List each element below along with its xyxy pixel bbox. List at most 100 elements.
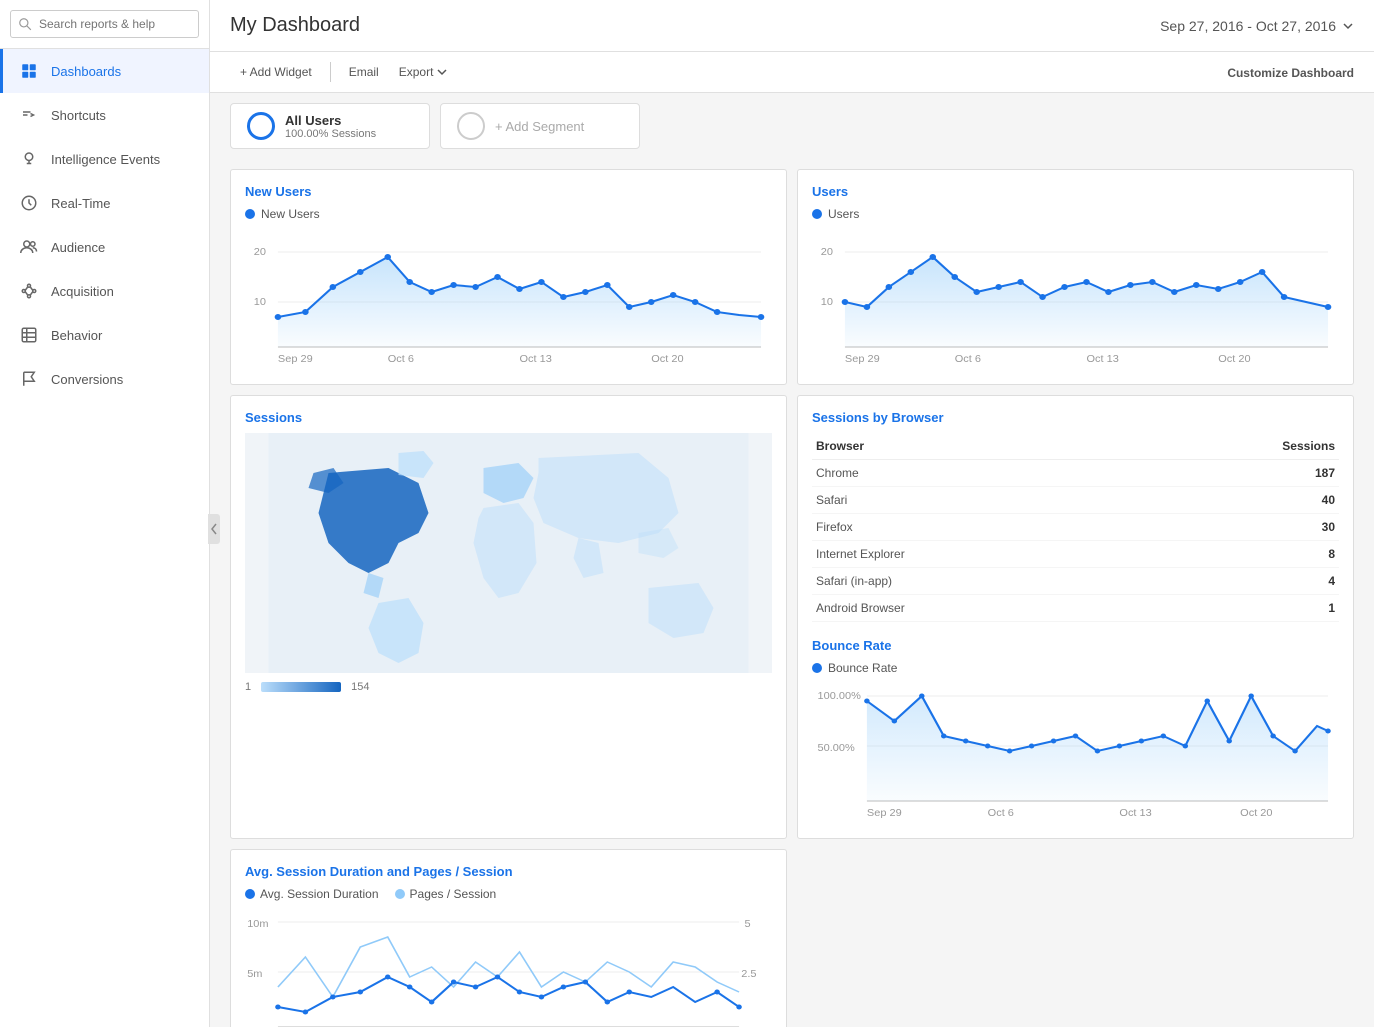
bounce-rate-legend-label: Bounce Rate: [828, 661, 897, 675]
segment-bar: All Users 100.00% Sessions + Add Segment: [210, 93, 1374, 159]
pages-session-dot: [395, 889, 405, 899]
date-range[interactable]: Sep 27, 2016 - Oct 27, 2016: [1160, 18, 1354, 34]
bounce-rate-chart: 100.00% 50.00% Sep 29 Oct 6 Oct 13 Oct 2…: [812, 681, 1339, 821]
sidebar-item-acquisition[interactable]: Acquisition: [0, 269, 209, 313]
sessions-col-header: Sessions: [1136, 433, 1339, 460]
sidebar-item-behavior[interactable]: Behavior: [0, 313, 209, 357]
svg-text:Oct 6: Oct 6: [388, 353, 414, 364]
browser-name: Internet Explorer: [812, 541, 1136, 568]
users-chart: 20 10 Sep 29 Oct 6 Oct 13 Oct 20: [812, 227, 1339, 367]
sidebar-item-realtime[interactable]: Real-Time: [0, 181, 209, 225]
sidebar-label-shortcuts: Shortcuts: [51, 108, 106, 123]
svg-text:Sep 29: Sep 29: [278, 353, 313, 364]
avg-duration-dot: [245, 889, 255, 899]
svg-text:Sep 29: Sep 29: [867, 807, 902, 818]
add-widget-button[interactable]: + Add Widget: [230, 60, 322, 84]
pages-session-legend: Pages / Session: [395, 887, 497, 901]
segment-circle: [247, 112, 275, 140]
grid-icon: [19, 61, 39, 81]
svg-text:100.00%: 100.00%: [817, 690, 860, 701]
bottom-right-placeholder: [797, 849, 1354, 1027]
browser-name: Chrome: [812, 460, 1136, 487]
users-legend: Users: [812, 207, 1339, 221]
sidebar-label-audience: Audience: [51, 240, 105, 255]
sidebar-item-shortcuts[interactable]: Shortcuts: [0, 93, 209, 137]
people-icon: [19, 237, 39, 257]
svg-text:20: 20: [254, 246, 266, 257]
svg-text:50.00%: 50.00%: [817, 742, 854, 753]
new-users-legend: New Users: [245, 207, 772, 221]
add-segment-button[interactable]: + Add Segment: [440, 103, 640, 149]
browser-table: Browser Sessions Chrome187Safari40Firefo…: [812, 433, 1339, 622]
table-row: Firefox30: [812, 514, 1339, 541]
customize-dashboard-button[interactable]: Customize Dashboard: [1227, 66, 1354, 80]
svg-text:10m: 10m: [247, 918, 269, 929]
session-count: 4: [1136, 568, 1339, 595]
export-button[interactable]: Export: [389, 60, 458, 84]
toolbar: + Add Widget Email Export Customize Dash…: [210, 52, 1374, 93]
toolbar-divider: [330, 62, 331, 82]
collapse-tab[interactable]: [208, 514, 220, 544]
bottom-row: Avg. Session Duration and Pages / Sessio…: [210, 849, 1374, 1027]
session-count: 30: [1136, 514, 1339, 541]
avg-session-title: Avg. Session Duration and Pages / Sessio…: [245, 864, 772, 879]
email-button[interactable]: Email: [339, 60, 389, 84]
sessions-by-browser-widget: Sessions by Browser Browser Sessions Chr…: [797, 395, 1354, 839]
new-users-chart: 20 10 Sep 29 Oct 6 Oct 13 Oct 20: [245, 227, 772, 367]
svg-text:Oct 13: Oct 13: [519, 353, 552, 364]
session-count: 8: [1136, 541, 1339, 568]
svg-text:Oct 20: Oct 20: [1218, 353, 1251, 364]
search-box[interactable]: [0, 0, 209, 49]
bounce-rate-legend: Bounce Rate: [812, 661, 1339, 675]
main-content: My Dashboard Sep 27, 2016 - Oct 27, 2016…: [210, 0, 1374, 1027]
behavior-icon: [19, 325, 39, 345]
new-users-legend-label: New Users: [261, 207, 320, 221]
session-count: 1: [1136, 595, 1339, 622]
sidebar-label-dashboards: Dashboards: [51, 64, 121, 79]
session-count: 187: [1136, 460, 1339, 487]
map-legend: 1 154: [245, 681, 772, 693]
sidebar-item-conversions[interactable]: Conversions: [0, 357, 209, 401]
browser-name: Safari: [812, 487, 1136, 514]
bounce-rate-section: Bounce Rate Bounce Rate 100.00% 50.00%: [812, 638, 1339, 824]
map-max-label: 154: [351, 681, 369, 693]
add-segment-label: + Add Segment: [495, 119, 584, 134]
svg-text:Oct 20: Oct 20: [651, 353, 684, 364]
avg-duration-label: Avg. Session Duration: [260, 887, 379, 901]
all-users-segment[interactable]: All Users 100.00% Sessions: [230, 103, 430, 149]
world-map-svg: [245, 433, 772, 673]
users-title: Users: [812, 184, 1339, 199]
new-users-title: New Users: [245, 184, 772, 199]
flag-icon: [19, 369, 39, 389]
session-count: 40: [1136, 487, 1339, 514]
svg-text:5: 5: [745, 918, 751, 929]
add-segment-circle: [457, 112, 485, 140]
sidebar-item-audience[interactable]: Audience: [0, 225, 209, 269]
svg-text:Sep 29: Sep 29: [845, 353, 880, 364]
svg-text:Oct 13: Oct 13: [1086, 353, 1119, 364]
svg-text:Oct 20: Oct 20: [1240, 807, 1273, 818]
table-row: Safari40: [812, 487, 1339, 514]
avg-session-legend: Avg. Session Duration Pages / Session: [245, 887, 772, 901]
table-row: Safari (in-app)4: [812, 568, 1339, 595]
svg-text:10: 10: [821, 296, 833, 307]
sidebar-item-dashboards[interactable]: Dashboards: [0, 49, 209, 93]
dashboard-grid: New Users New Users 20 10: [210, 159, 1374, 849]
map-legend-bar: [261, 682, 341, 692]
svg-text:10: 10: [254, 296, 266, 307]
sidebar-item-intelligence[interactable]: Intelligence Events: [0, 137, 209, 181]
svg-text:Oct 13: Oct 13: [1119, 807, 1152, 818]
browser-table-body: Chrome187Safari40Firefox30Internet Explo…: [812, 460, 1339, 622]
browser-name: Safari (in-app): [812, 568, 1136, 595]
search-input[interactable]: [10, 10, 199, 38]
customize-area: Customize Dashboard: [1227, 65, 1354, 80]
avg-duration-legend: Avg. Session Duration: [245, 887, 379, 901]
users-widget: Users Users 20 10: [797, 169, 1354, 385]
sessions-map: [245, 433, 772, 673]
avg-session-chart: 10m 5m 5 2.5 Sep 29 Oct 6 Oct 13 Oct 20: [245, 907, 772, 1027]
users-dot: [812, 209, 822, 219]
svg-text:2.5: 2.5: [741, 968, 756, 979]
sidebar: Dashboards Shortcuts Intelligence Events…: [0, 0, 210, 1027]
sessions-by-browser-title: Sessions by Browser: [812, 410, 1339, 425]
new-users-widget: New Users New Users 20 10: [230, 169, 787, 385]
